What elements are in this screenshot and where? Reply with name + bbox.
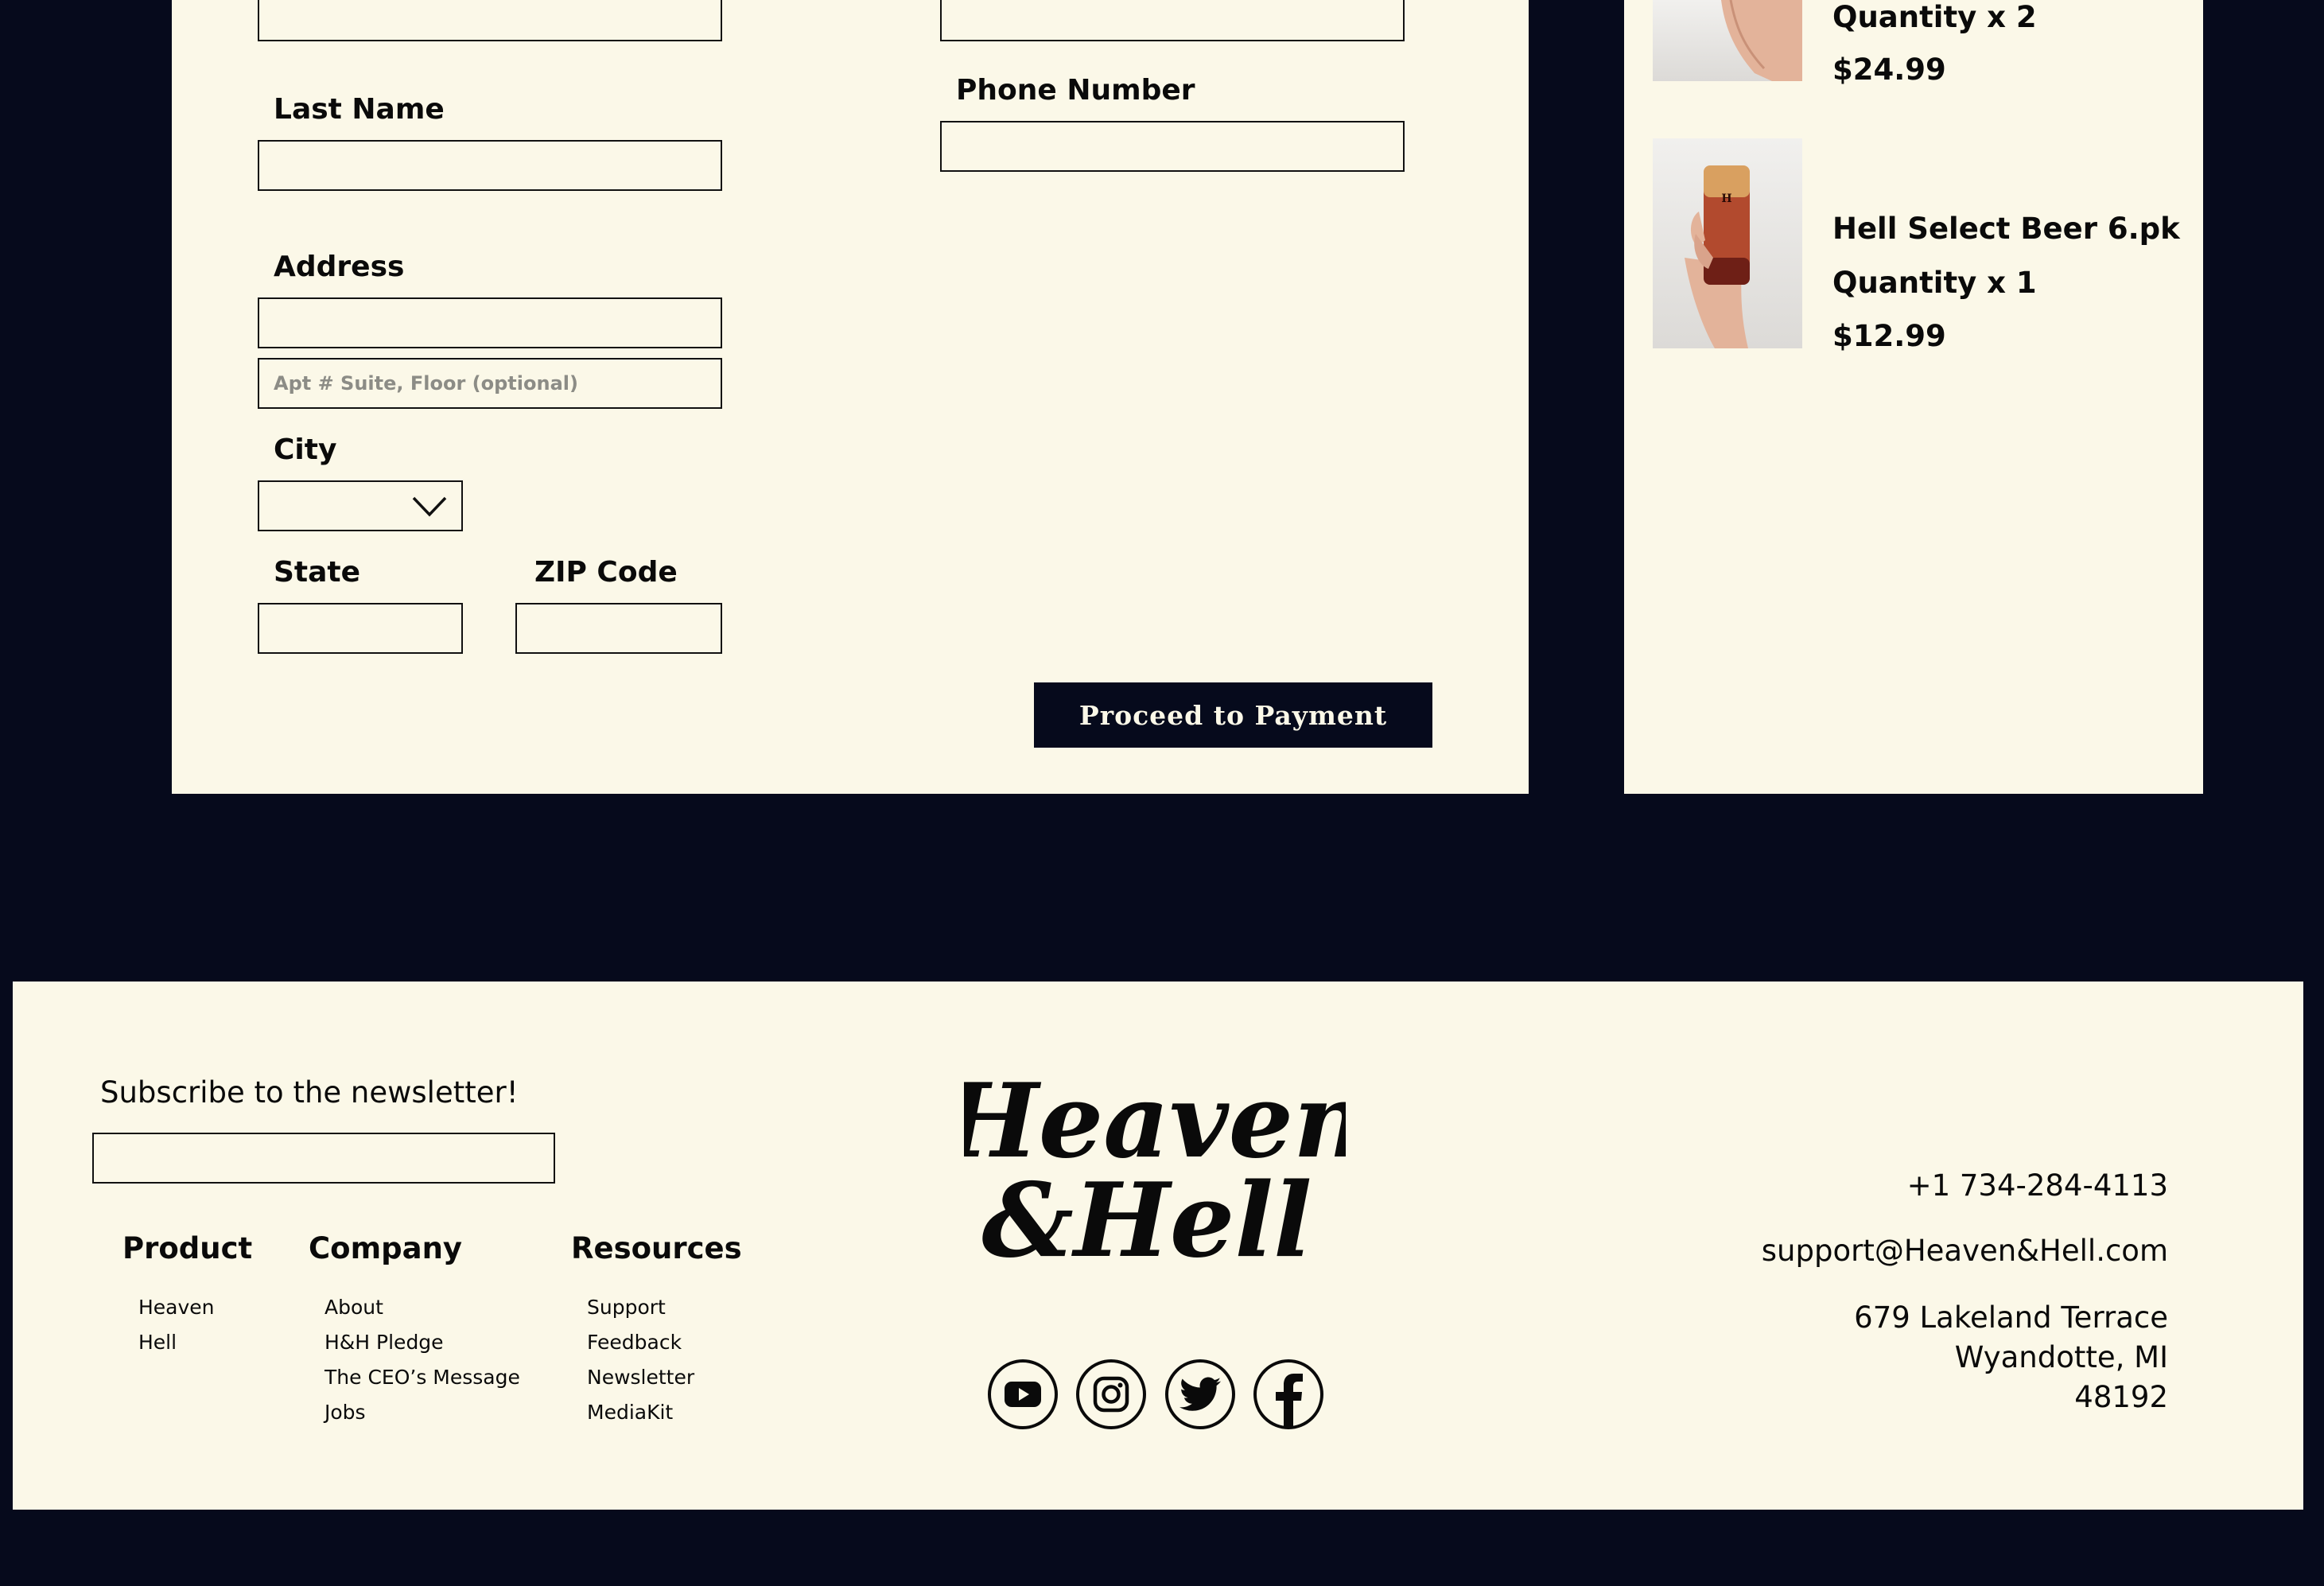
phone-number-label: Phone Number xyxy=(956,74,1195,107)
phone-number-input[interactable] xyxy=(940,121,1405,172)
chevron-down-icon xyxy=(412,496,447,517)
product-image xyxy=(1653,0,1802,81)
footer-link-newsletter[interactable]: Newsletter xyxy=(587,1366,694,1390)
zip-code-input[interactable] xyxy=(515,603,722,654)
footer-link-support[interactable]: Support xyxy=(587,1296,666,1320)
footer-link-mediakit[interactable]: MediaKit xyxy=(587,1401,673,1425)
facebook-icon[interactable] xyxy=(1253,1359,1323,1429)
address-line2-input[interactable]: Apt # Suite, Floor (optional) xyxy=(258,358,722,409)
cart-item-quantity: Quantity x 1 xyxy=(1832,266,2037,300)
first-name-input[interactable] xyxy=(258,0,722,41)
contact-phone[interactable]: +1 734-284-4113 xyxy=(1907,1166,2168,1206)
cart-item-quantity: Quantity x 2 xyxy=(1832,0,2037,34)
footer-link-feedback[interactable]: Feedback xyxy=(587,1331,682,1355)
contact-address-line3: 48192 xyxy=(2074,1380,2168,1414)
footer-link-hell[interactable]: Hell xyxy=(138,1331,177,1355)
address-input[interactable] xyxy=(258,297,722,348)
footer-heading-company: Company xyxy=(309,1231,463,1265)
footer-heading-resources: Resources xyxy=(571,1231,742,1265)
contact-address-line1: 679 Lakeland Terrace xyxy=(1854,1300,2168,1335)
shipping-form-card: Last Name Phone Number Address Apt # Sui… xyxy=(172,0,1529,794)
address-line2-placeholder: Apt # Suite, Floor (optional) xyxy=(274,372,578,395)
contact-email[interactable]: support@Heaven&Hell.com xyxy=(1762,1231,2168,1271)
cart-item-name: Hell Select Beer 6.pk xyxy=(1832,212,2180,246)
footer-link-heaven[interactable]: Heaven xyxy=(138,1296,215,1320)
footer-link-ceo-message[interactable]: The CEO’s Message xyxy=(325,1366,520,1390)
contact-address-line2: Wyandotte, MI xyxy=(1954,1340,2168,1374)
email-input[interactable] xyxy=(940,0,1405,41)
order-summary-card: Quantity x 2 $24.99 H Hell Select Beer 6… xyxy=(1624,0,2203,794)
footer-link-pledge[interactable]: H&H Pledge xyxy=(325,1331,444,1355)
cart-item-price: $12.99 xyxy=(1832,319,1946,353)
address-label: Address xyxy=(274,251,405,283)
footer-link-jobs[interactable]: Jobs xyxy=(325,1401,366,1425)
youtube-icon[interactable] xyxy=(988,1359,1058,1429)
site-footer: Subscribe to the newsletter! Product Hea… xyxy=(13,982,2303,1510)
state-input[interactable] xyxy=(258,603,463,654)
state-label: State xyxy=(274,556,361,589)
footer-link-about[interactable]: About xyxy=(325,1296,383,1320)
heaven-and-hell-logo: Heaven &Hell xyxy=(964,1062,1346,1276)
zip-code-label: ZIP Code xyxy=(534,556,678,589)
cart-item-price: $24.99 xyxy=(1832,52,1946,87)
city-label: City xyxy=(274,433,337,466)
logo-line2: &Hell xyxy=(981,1161,1312,1276)
last-name-label: Last Name xyxy=(274,93,445,126)
svg-text:H: H xyxy=(1721,192,1731,205)
product-image: H xyxy=(1653,138,1802,348)
twitter-icon[interactable] xyxy=(1165,1359,1235,1429)
footer-heading-product: Product xyxy=(122,1231,253,1265)
instagram-icon[interactable] xyxy=(1076,1359,1146,1429)
newsletter-label: Subscribe to the newsletter! xyxy=(100,1075,519,1110)
last-name-input[interactable] xyxy=(258,140,722,191)
city-select[interactable] xyxy=(258,480,463,531)
newsletter-email-input[interactable] xyxy=(92,1133,555,1184)
proceed-to-payment-button[interactable]: Proceed to Payment xyxy=(1034,682,1432,748)
